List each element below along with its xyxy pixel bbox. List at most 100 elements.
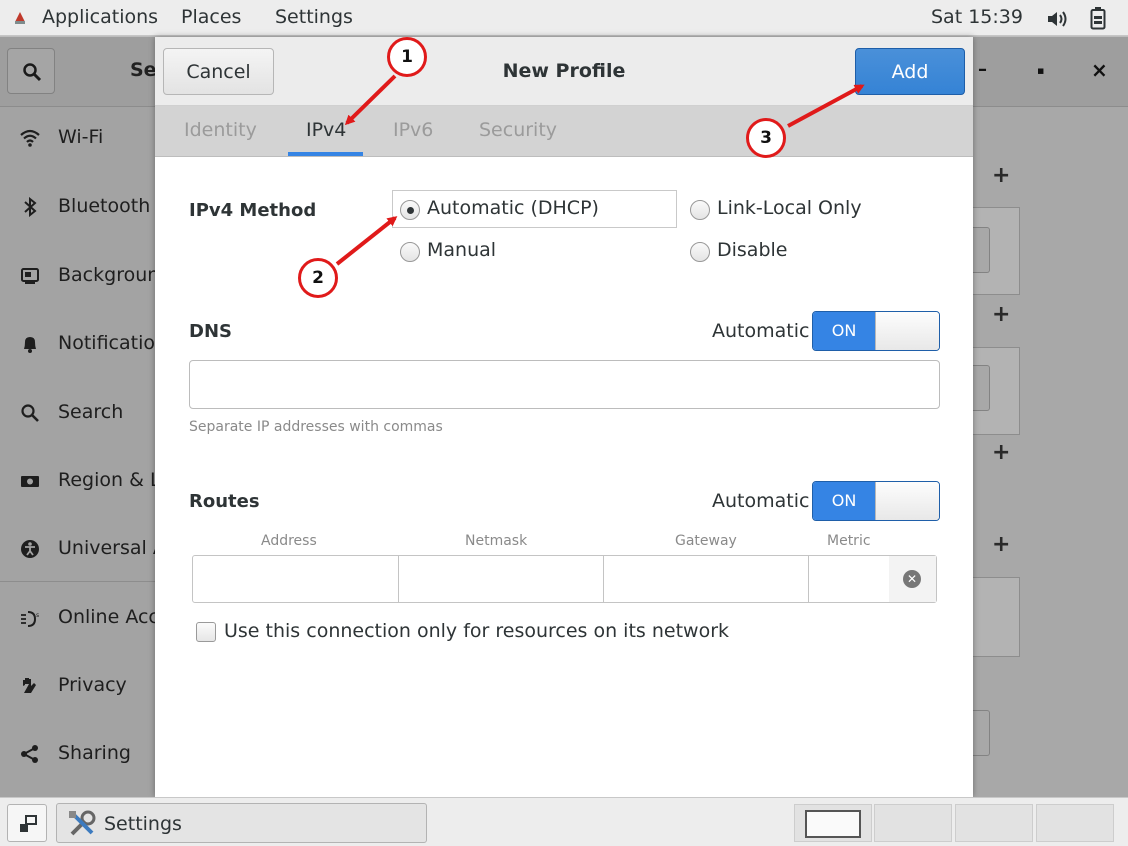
tab-bar: Identity IPv4 IPv6 Security [155, 106, 973, 157]
dns-label: DNS [189, 321, 232, 342]
route-netmask-input[interactable] [399, 556, 604, 602]
column-header-address: Address [261, 533, 317, 549]
routes-automatic-switch[interactable]: ON [812, 481, 940, 521]
hand-icon [23, 678, 36, 693]
add-connection-button[interactable]: + [992, 302, 1010, 327]
sidebar-item-label: Universal Access [58, 537, 155, 559]
sidebar-item-label: Online Accounts [58, 606, 155, 628]
radio-label: Manual [427, 239, 497, 261]
sidebar-item-label: Wi-Fi [58, 126, 104, 148]
sidebar-item-privacy[interactable]: Privacy [0, 663, 155, 709]
wifi-icon [20, 129, 40, 147]
volume-icon[interactable] [1046, 9, 1070, 29]
sidebar-item-label: Privacy [58, 674, 127, 696]
delete-route-button[interactable]: ✕ [889, 556, 936, 602]
connection-settings-button[interactable] [972, 710, 990, 756]
workspace-window-preview [805, 810, 861, 838]
accessibility-icon [21, 540, 39, 558]
minimize-button[interactable]: – [978, 59, 987, 80]
applications-menu[interactable]: Applications [42, 6, 158, 28]
battery-icon[interactable] [1090, 7, 1106, 30]
radio-label: Disable [717, 239, 788, 261]
sidebar-item-notifications[interactable]: Notifications [0, 321, 155, 367]
route-address-input[interactable] [193, 556, 399, 602]
sidebar-item-region[interactable]: Region & Language [0, 458, 155, 504]
active-tab-indicator [288, 152, 363, 156]
sidebar-item-label: Search [58, 401, 124, 423]
sidebar-separator [0, 581, 155, 582]
add-connection-button[interactable]: + [992, 163, 1010, 188]
column-header-netmask: Netmask [465, 533, 528, 549]
dns-input[interactable] [189, 360, 940, 409]
workspace-1[interactable] [794, 804, 872, 842]
close-button[interactable]: × [1091, 58, 1108, 82]
sidebar-item-label: Bluetooth [58, 195, 151, 217]
sidebar-item-wifi[interactable]: Wi-Fi [0, 115, 155, 161]
sidebar-item-search[interactable]: Search [0, 390, 155, 436]
switch-on-label: ON [813, 482, 875, 520]
switch-on-label: ON [813, 312, 875, 350]
taskbar-item-label: Settings [104, 813, 182, 835]
radio-indicator [690, 242, 710, 262]
tab-identity[interactable]: Identity [184, 119, 257, 141]
checkbox-indicator [196, 622, 216, 642]
search-icon [21, 404, 39, 422]
add-connection-button[interactable]: + [992, 532, 1010, 557]
connection-settings-button[interactable] [972, 365, 990, 411]
bluetooth-icon [24, 197, 37, 217]
tab-ipv4[interactable]: IPv4 [306, 119, 346, 141]
region-icon [21, 476, 39, 487]
annotation-1: 1 [387, 37, 427, 77]
radio-indicator [400, 200, 420, 220]
sidebar-item-online-accounts[interactable]: s Online Accounts [0, 595, 155, 641]
settings-menu[interactable]: Settings [275, 6, 353, 28]
radio-label: Link-Local Only [717, 197, 862, 219]
sidebar-item-background[interactable]: Background [0, 253, 155, 299]
places-menu[interactable]: Places [181, 6, 241, 28]
show-desktop-button[interactable] [7, 804, 47, 842]
search-button[interactable] [7, 48, 55, 94]
checkbox-label: Use this connection only for resources o… [224, 620, 730, 642]
settings-title: Se [130, 59, 157, 81]
sidebar-item-universal-access[interactable]: Universal Access [0, 526, 155, 572]
add-connection-button[interactable]: + [992, 440, 1010, 465]
sidebar-item-sharing[interactable]: Sharing [0, 731, 155, 777]
workspace-4[interactable] [1036, 804, 1114, 842]
tab-ipv6[interactable]: IPv6 [393, 119, 433, 141]
add-button[interactable]: Add [855, 48, 965, 95]
show-desktop-icon [20, 815, 37, 832]
bell-icon [24, 337, 36, 353]
annotation-2: 2 [298, 258, 338, 298]
search-icon [23, 63, 42, 82]
sidebar-item-bluetooth[interactable]: Bluetooth [0, 184, 155, 230]
settings-sidebar: Wi-Fi Bluetooth Background Notifications [0, 107, 156, 797]
radio-indicator [690, 200, 710, 220]
top-bar: Applications Places Settings Sat 15:39 [0, 0, 1128, 36]
sidebar-item-label: Region & Language [58, 469, 155, 491]
maximize-button[interactable]: ▪ [1037, 64, 1044, 77]
dns-hint: Separate IP addresses with commas [189, 419, 443, 435]
sidebar-item-label: Background [58, 264, 155, 286]
online-accounts-icon: s [21, 611, 39, 627]
settings-content-edge: + + + + [972, 107, 1128, 797]
route-gateway-input[interactable] [604, 556, 809, 602]
taskbar-item-settings[interactable]: Settings [56, 803, 427, 843]
dialog-title: New Profile [502, 60, 626, 82]
workspace-3[interactable] [955, 804, 1033, 842]
background-icon [21, 268, 39, 284]
clock[interactable]: Sat 15:39 [931, 6, 1023, 28]
routes-table: ✕ [192, 555, 937, 603]
tab-security[interactable]: Security [479, 119, 557, 141]
dns-automatic-switch[interactable]: ON [812, 311, 940, 351]
new-profile-dialog: Cancel New Profile Add Identity IPv4 IPv… [155, 37, 973, 797]
route-metric-input[interactable] [809, 556, 890, 602]
bottom-bar: Settings [0, 797, 1128, 846]
radio-indicator [400, 242, 420, 262]
share-icon [21, 745, 38, 763]
app-menu-icon[interactable] [13, 11, 27, 25]
column-header-gateway: Gateway [675, 533, 737, 549]
workspace-2[interactable] [874, 804, 952, 842]
dns-automatic-label: Automatic [712, 320, 810, 342]
switch-knob [875, 312, 939, 350]
connection-settings-button[interactable] [972, 227, 990, 273]
